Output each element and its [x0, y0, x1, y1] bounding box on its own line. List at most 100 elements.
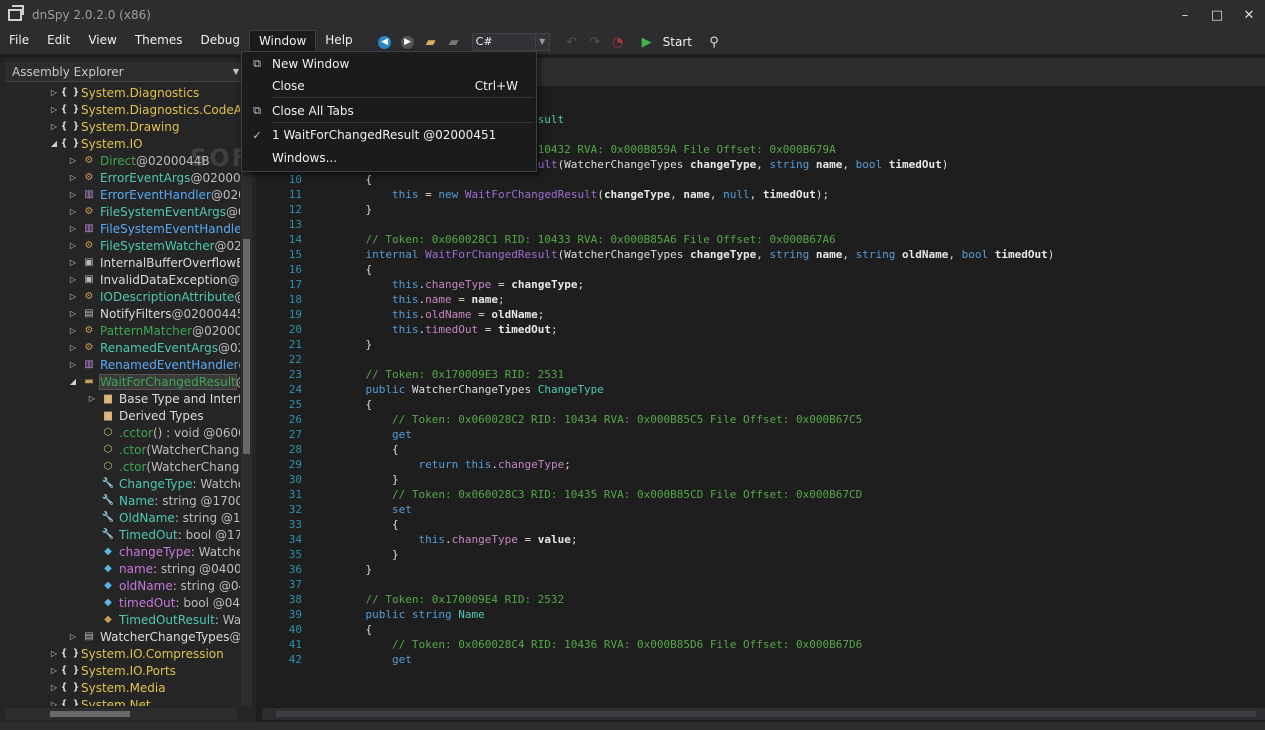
tree-item[interactable]: ▷▥FileSystemEventHandler @: [67, 220, 240, 237]
chevron-down-icon[interactable]: ▼: [233, 62, 239, 82]
forward-icon[interactable]: ▶: [399, 33, 417, 51]
expand-toggle-icon[interactable]: ▷: [67, 241, 79, 250]
tree-item[interactable]: ▷ ▥ RenamedEventHandler @: [67, 356, 240, 373]
menu-item-label: Windows...: [272, 151, 338, 165]
tree-item[interactable]: ▷ ⚙ RenamedEventArgs @020: [67, 339, 240, 356]
folder-icon: ▆: [104, 393, 112, 404]
tree-item[interactable]: ▷{ } System.IO.Ports: [48, 662, 176, 679]
search-icon[interactable]: ⚲: [705, 33, 723, 51]
expand-toggle-icon[interactable]: ▷: [67, 173, 79, 182]
expand-toggle-icon[interactable]: ◢: [67, 377, 79, 386]
expand-toggle-icon[interactable]: ▷: [48, 88, 60, 97]
undo-icon[interactable]: ↶: [563, 33, 581, 51]
menu-edit[interactable]: Edit: [38, 30, 79, 54]
expand-toggle-icon[interactable]: ▷: [86, 394, 98, 403]
expand-toggle-icon[interactable]: ▷: [48, 105, 60, 114]
close-item[interactable]: Close Ctrl+W: [242, 75, 536, 97]
menu-file[interactable]: File: [0, 30, 38, 54]
tree-item[interactable]: ▷ ⚙ PatternMatcher @0200044: [67, 322, 240, 339]
maximize-button[interactable]: □: [1201, 0, 1233, 30]
expand-toggle-icon[interactable]: ▷: [48, 666, 60, 675]
tree-item[interactable]: ◢{ } System.IO: [48, 135, 143, 152]
tree-item[interactable]: ▷ ▆ Base Type and Interfac: [86, 390, 240, 407]
tree-item[interactable]: ◆ timedOut : bool @040: [86, 594, 240, 611]
expand-toggle-icon[interactable]: ▷: [67, 632, 79, 641]
editor-horizontal-scrollbar[interactable]: [262, 708, 1265, 720]
expand-toggle-icon[interactable]: ▷: [48, 122, 60, 131]
tree-item[interactable]: 🔧 ChangeType : Watche: [86, 475, 240, 492]
expand-toggle-icon[interactable]: ▷: [67, 326, 79, 335]
expand-toggle-icon[interactable]: ▷: [48, 700, 60, 706]
menu-themes[interactable]: Themes: [126, 30, 192, 54]
start-icon[interactable]: ▶: [638, 33, 656, 51]
recent-window-item[interactable]: ✓ 1 WaitForChangedResult @02000451: [242, 124, 536, 146]
language-select[interactable]: C# ▼: [471, 33, 550, 51]
expand-toggle-icon[interactable]: ◢: [48, 139, 60, 148]
code-view[interactable]: // Token: 0x02000451 RID: 1105public str…: [262, 88, 1265, 704]
expand-toggle-icon[interactable]: ▷: [67, 275, 79, 284]
tree-item[interactable]: ▷{ } System.Media: [48, 679, 166, 696]
tree-item[interactable]: ▷ ⚙ FileSystemWatcher @0200: [67, 237, 240, 254]
tree-item[interactable]: ▷ ⚙ FileSystemEventArgs @02: [67, 203, 240, 220]
tree-item[interactable]: ▷ ▣ InvalidDataException @02: [67, 271, 240, 288]
save-icon[interactable]: ▰: [445, 33, 463, 51]
new-window-item[interactable]: ⧉ New Window: [242, 53, 536, 75]
line-number: 32: [288, 503, 302, 516]
redo-icon[interactable]: ↷: [586, 33, 604, 51]
tree-item[interactable]: ▷ ▥ ErrorEventHandler @0200: [67, 186, 240, 203]
expand-toggle-icon[interactable]: ▷: [67, 190, 79, 199]
tree-item[interactable]: 🔧 OldName : string @17: [86, 509, 240, 526]
tree-item[interactable]: 🔧 Name : string @17000: [86, 492, 240, 509]
enum-icon: ▤: [84, 308, 94, 319]
tree-item[interactable]: ▆ Derived Types: [86, 407, 203, 424]
tree-item[interactable]: ▷ ▣ InternalBufferOverflowExc: [67, 254, 240, 271]
expand-toggle-icon[interactable]: ▷: [67, 207, 79, 216]
expand-toggle-icon[interactable]: ▷: [67, 224, 79, 233]
expand-toggle-icon[interactable]: ▷: [67, 343, 79, 352]
expand-toggle-icon[interactable]: ▷: [67, 292, 79, 301]
tree-horizontal-scrollbar[interactable]: [5, 708, 237, 720]
class-icon: ⚙: [84, 240, 94, 251]
expand-toggle-icon[interactable]: ▷: [67, 258, 79, 267]
scrollbar-thumb[interactable]: [276, 711, 1256, 717]
tree-vertical-scrollbar[interactable]: [241, 84, 252, 706]
tree-item[interactable]: ◢ ▬ WaitForChangedResult @: [67, 373, 240, 390]
close-button[interactable]: ✕: [1233, 0, 1265, 30]
expand-toggle-icon[interactable]: ▷: [67, 156, 79, 165]
minimize-button[interactable]: –: [1169, 0, 1201, 30]
tree-item[interactable]: ◆ changeType : Watcher: [86, 543, 240, 560]
start-button[interactable]: Start: [663, 35, 692, 49]
line-number: 11: [288, 188, 302, 201]
windows-item[interactable]: Windows...: [242, 147, 536, 169]
menu-view[interactable]: View: [79, 30, 125, 54]
expand-toggle-icon[interactable]: ▷: [67, 360, 79, 369]
tree-item[interactable]: ◆ oldName : string @040: [86, 577, 240, 594]
tree-item[interactable]: ▷{ } System.Diagnostics: [48, 84, 199, 101]
expand-toggle-icon[interactable]: ▷: [48, 649, 60, 658]
scrollbar-thumb[interactable]: [50, 711, 130, 717]
tree-item[interactable]: ⬡ .ctor(WatcherChangeT: [86, 441, 240, 458]
tree-item[interactable]: ▷ ▤ WatcherChangeTypes @0: [67, 628, 240, 645]
expand-toggle-icon[interactable]: ▷: [48, 683, 60, 692]
tree-item[interactable]: ▷{ } System.IO.Compression: [48, 645, 224, 662]
debug-attach-icon[interactable]: ◔: [609, 33, 627, 51]
tree-item[interactable]: ◆ name : string @04002: [86, 560, 240, 577]
tree-item[interactable]: ▷{ }System.Diagnostics.CodeAnalysis: [48, 101, 240, 118]
back-icon[interactable]: ◀: [376, 33, 394, 51]
tree-item[interactable]: ⬡ .cctor() : void @060028: [86, 424, 240, 441]
scrollbar-thumb[interactable]: [243, 239, 250, 454]
tree-item[interactable]: ▷ ▤ NotifyFilters @02000445: [67, 305, 240, 322]
tree-item[interactable]: ▷ ⚙ IODescriptionAttribute @: [67, 288, 240, 305]
tree-item-label: TimedOutResult: [119, 612, 215, 627]
tree-item[interactable]: 🔧 TimedOut : bool @170: [86, 526, 240, 543]
tree-item[interactable]: ▷{ } System.Drawing: [48, 118, 180, 135]
tree-item[interactable]: ⬡ .ctor(WatcherChangeT: [86, 458, 240, 475]
tree-item[interactable]: ▷{ } System.Net: [48, 696, 151, 707]
tree-item[interactable]: ◆ TimedOutResult : Wai: [86, 611, 240, 628]
open-file-icon[interactable]: ▰: [422, 33, 440, 51]
line-number: 29: [288, 458, 302, 471]
tree-item[interactable]: ▷ ⚙ Direct @0200044B: [67, 152, 210, 169]
line-number: 39: [288, 608, 302, 621]
expand-toggle-icon[interactable]: ▷: [67, 309, 79, 318]
close-all-tabs-item[interactable]: ⧉ Close All Tabs: [242, 100, 536, 122]
